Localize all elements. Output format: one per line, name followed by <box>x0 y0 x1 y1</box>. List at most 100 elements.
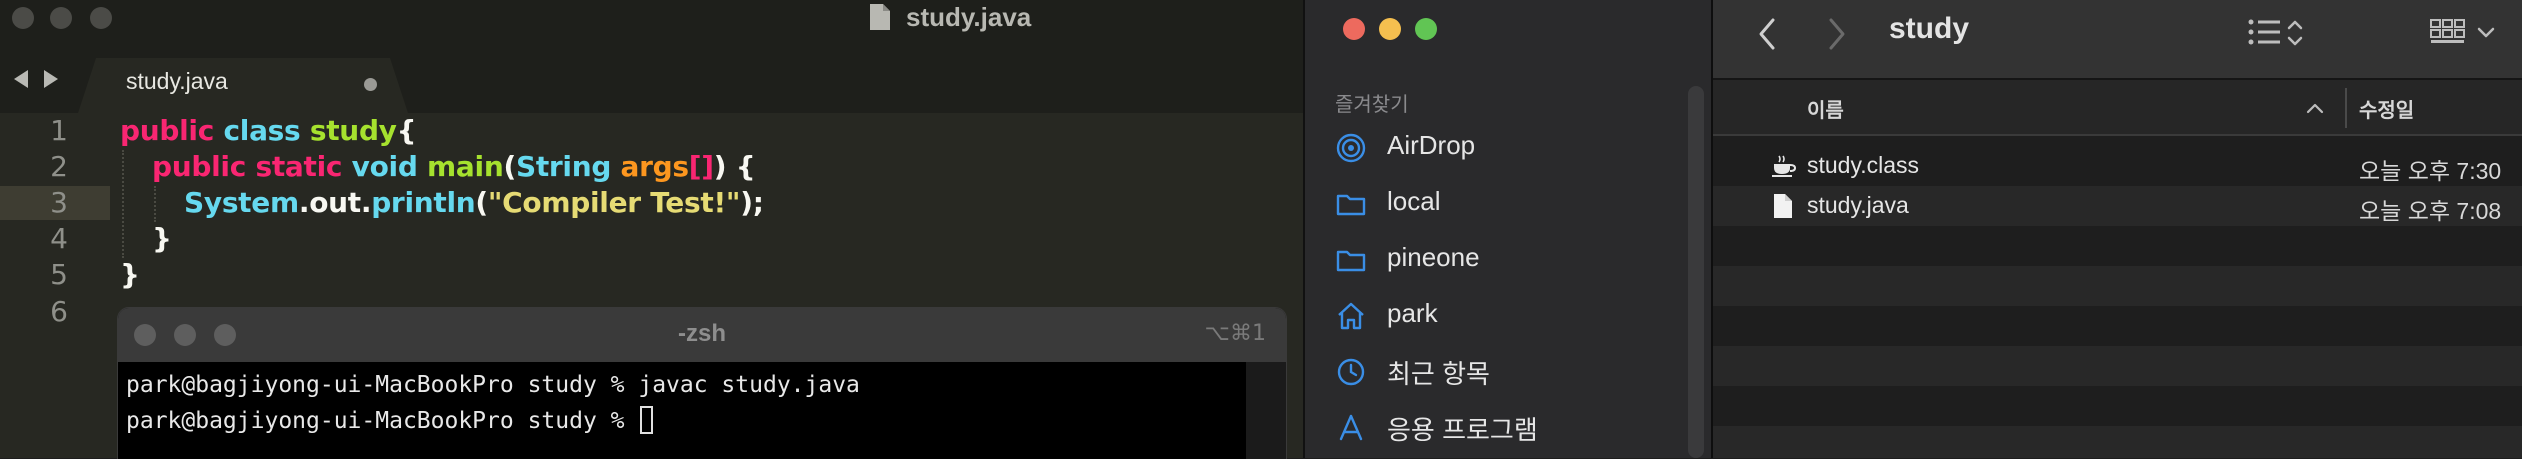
punctuation: } <box>152 222 172 255</box>
method-call: println <box>371 186 476 219</box>
punctuation: [] <box>688 150 714 183</box>
folder-icon <box>1336 250 1366 272</box>
string-literal: "Compiler Test!" <box>487 186 741 219</box>
line-number: 3 <box>50 186 68 219</box>
punctuation: } <box>120 258 140 291</box>
terminal-shortcut: ⌥⌘1 <box>1204 321 1266 346</box>
text-cursor <box>640 406 654 434</box>
sidebar-item-label: AirDrop <box>1387 130 1476 160</box>
terminal-prompt-line[interactable]: park@bagjiyong-ui-MacBookPro study % <box>126 406 654 434</box>
punctuation: ( <box>475 186 488 219</box>
finder-toolbar: study <box>1713 0 2522 80</box>
editor-titlebar: study.java <box>0 0 1303 36</box>
terminal-title: -zsh <box>678 320 726 347</box>
code-line-2[interactable]: public static void main(String args[]) { <box>152 150 756 183</box>
favorites-section-label: 즐겨찾기 <box>1335 92 1409 116</box>
sidebar-scrollbar[interactable] <box>1688 86 1704 458</box>
applications-icon <box>1339 414 1363 441</box>
file-row[interactable]: study.class 오늘 오후 7:30 <box>1713 146 2522 186</box>
class-ref: System <box>184 186 299 219</box>
zoom-button[interactable] <box>90 7 112 29</box>
sidebar-item-label: park <box>1387 298 1438 328</box>
document-icon <box>1774 194 1792 218</box>
finder-main-pane: study 이름 수정일 study.class 오늘 오후 7:30 stud… <box>1711 0 2522 458</box>
sidebar-item-airdrop[interactable]: AirDrop <box>1335 128 1675 168</box>
sort-ascending-icon[interactable] <box>2305 98 2325 118</box>
folder-icon <box>1336 194 1366 216</box>
code-line-4[interactable]: } <box>152 222 172 255</box>
line-number: 1 <box>50 114 68 147</box>
punctuation: ( <box>503 150 516 183</box>
sidebar-item-label: local <box>1387 186 1441 216</box>
code-line-3[interactable]: System.out.println("Compiler Test!"); <box>184 186 764 219</box>
keyword: static <box>255 150 343 183</box>
terminal-window[interactable]: -zsh ⌥⌘1 park@bagjiyong-ui-MacBookPro st… <box>117 307 1287 459</box>
field: out <box>309 186 361 219</box>
column-header-name[interactable]: 이름 <box>1807 94 1844 123</box>
column-divider[interactable] <box>2345 88 2347 128</box>
type-name: String <box>515 150 612 183</box>
close-button[interactable] <box>12 7 34 29</box>
code-line-1[interactable]: public class study{ <box>120 114 417 147</box>
terminal-titlebar: -zsh ⌥⌘1 <box>118 308 1286 362</box>
nav-forward-icon[interactable] <box>44 70 58 88</box>
keyword: class <box>223 114 301 147</box>
sidebar-item-applications[interactable]: 응용 프로그램 <box>1335 408 1675 448</box>
folder-title: study <box>1889 12 1970 45</box>
back-chevron-icon[interactable] <box>1755 16 1779 52</box>
empty-row-stripe <box>1713 346 2522 386</box>
file-modified-date: 오늘 오후 7:08 <box>2359 198 2502 224</box>
indent-guide <box>122 150 124 258</box>
terminal-output-line: park@bagjiyong-ui-MacBookPro study % jav… <box>126 372 860 398</box>
column-header-modified[interactable]: 수정일 <box>2359 94 2414 123</box>
airdrop-icon <box>1336 133 1366 163</box>
close-button[interactable] <box>1343 18 1365 40</box>
terminal-scrollbar[interactable] <box>1246 362 1286 459</box>
file-name: study.java <box>1807 192 1909 218</box>
keyword: public <box>152 150 247 183</box>
forward-chevron-icon[interactable] <box>1825 16 1849 52</box>
tab-label: study.java <box>126 68 228 94</box>
line-number: 6 <box>50 295 68 328</box>
sidebar-item-label: pineone <box>1387 242 1480 272</box>
minimize-button[interactable] <box>50 7 72 29</box>
document-icon <box>870 4 890 30</box>
parameter: args <box>620 150 690 183</box>
sidebar-item-local[interactable]: local <box>1335 184 1675 224</box>
zoom-button[interactable] <box>1415 18 1437 40</box>
punctuation: ); <box>740 186 764 219</box>
line-number: 4 <box>50 222 68 255</box>
code-line-5[interactable]: } <box>120 258 140 291</box>
file-modified-date: 오늘 오후 7:30 <box>2359 158 2502 184</box>
file-name: study.class <box>1807 152 1920 178</box>
window-title: study.java <box>906 2 1032 32</box>
group-icon[interactable] <box>2429 16 2509 50</box>
keyword: public <box>120 114 215 147</box>
clock-icon <box>1337 358 1365 386</box>
java-class-icon <box>1772 155 1797 177</box>
nav-back-icon[interactable] <box>14 70 28 88</box>
unsaved-dot-icon[interactable] <box>364 78 377 91</box>
sidebar-item-recents[interactable]: 최근 항목 <box>1335 352 1675 392</box>
punctuation: . <box>360 186 372 219</box>
empty-row-stripe <box>1713 426 2522 458</box>
list-view-icon[interactable] <box>2247 16 2305 50</box>
punctuation: { <box>396 114 417 147</box>
indent-guide <box>154 186 156 222</box>
empty-row-stripe <box>1713 266 2522 306</box>
finder-sidebar: 즐겨찾기 AirDrop local pineone park 최근 항목 응용… <box>1303 0 1711 458</box>
prompt-text: park@bagjiyong-ui-MacBookPro study % <box>126 408 639 434</box>
sidebar-item-park[interactable]: park <box>1335 296 1675 336</box>
minimize-button[interactable] <box>1379 18 1401 40</box>
file-row[interactable]: study.java 오늘 오후 7:08 <box>1713 186 2522 226</box>
method-name: main <box>427 150 504 183</box>
sidebar-item-label: 응용 프로그램 <box>1387 415 1538 445</box>
line-number: 2 <box>50 150 68 183</box>
class-name: study <box>309 114 397 147</box>
sidebar-item-pineone[interactable]: pineone <box>1335 240 1675 280</box>
line-number: 5 <box>50 258 68 291</box>
keyword: void <box>351 150 418 183</box>
sidebar-item-label: 최근 항목 <box>1387 359 1490 389</box>
column-header: 이름 수정일 <box>1713 80 2522 136</box>
home-icon <box>1338 302 1364 330</box>
